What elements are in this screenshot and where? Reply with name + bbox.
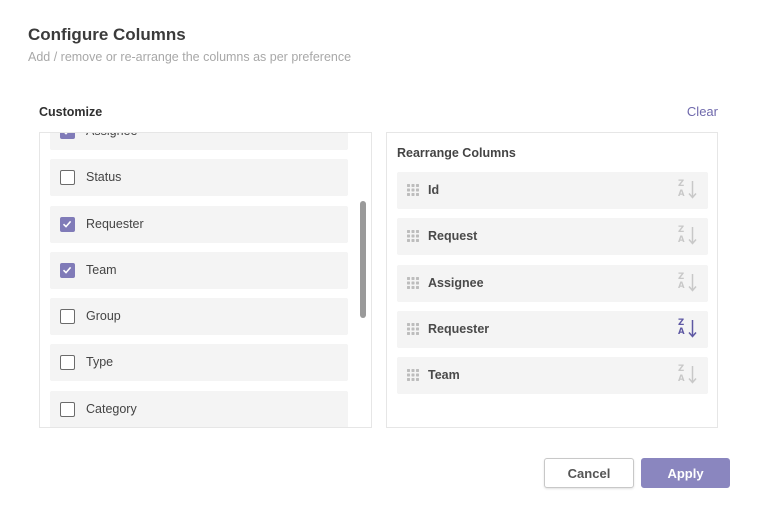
column-option-type[interactable]: Type xyxy=(50,344,348,382)
cancel-button[interactable]: Cancel xyxy=(544,458,634,488)
sort-glyph-bottom: A xyxy=(678,281,685,291)
checkbox[interactable] xyxy=(60,309,75,324)
rearrange-heading: Rearrange Columns xyxy=(397,146,516,160)
column-option-group[interactable]: Group xyxy=(50,298,348,335)
drag-handle-icon[interactable] xyxy=(407,369,420,387)
sort-z-to-a-icon[interactable]: ZA xyxy=(678,179,700,202)
rearrange-item-assignee[interactable]: Assignee Z A xyxy=(397,264,708,302)
rearrange-item-label: Team xyxy=(428,368,460,382)
sort-glyph-bottom: A xyxy=(678,373,685,384)
column-option-label: Team xyxy=(86,262,117,277)
sort-glyph-top: Z xyxy=(678,317,685,328)
drag-handle-icon[interactable] xyxy=(407,322,420,341)
checkbox[interactable] xyxy=(60,401,75,417)
check-icon xyxy=(62,266,72,274)
drag-handle-icon[interactable] xyxy=(407,230,420,248)
rearrange-item-id[interactable]: Id Z A xyxy=(397,172,708,209)
dialog-title: Configure Columns xyxy=(28,25,186,44)
sort-z-to-a-icon[interactable]: ZA xyxy=(678,318,700,341)
column-option-label: Group xyxy=(86,309,121,323)
sort-glyph-top: Z xyxy=(678,179,685,189)
drag-handle-icon[interactable] xyxy=(407,276,420,295)
sort-glyph-bottom: A xyxy=(678,188,685,199)
column-options-list: Assignee Status Requester Team Group Type Cate… xyxy=(50,133,348,427)
options-scrollbar[interactable] xyxy=(360,201,366,318)
checkbox[interactable] xyxy=(60,133,75,139)
apply-button[interactable]: Apply xyxy=(641,458,730,488)
checkbox[interactable] xyxy=(60,216,75,232)
column-option-category[interactable]: Category xyxy=(50,390,348,427)
sort-z-to-a-icon[interactable]: ZA xyxy=(678,225,700,248)
sort-glyph-top: Z xyxy=(678,271,685,282)
rearrange-item-team[interactable]: Team Z A xyxy=(397,357,708,394)
sort-glyph-bottom: A xyxy=(678,327,685,338)
checkbox[interactable] xyxy=(60,262,75,278)
column-option-label: Type xyxy=(86,355,114,370)
column-option-label: Requester xyxy=(86,216,144,231)
check-icon xyxy=(62,220,72,228)
rearrange-item-requester[interactable]: Requester Z A xyxy=(397,310,708,348)
sort-glyph-top: Z xyxy=(678,225,685,236)
rearrange-item-label: Request xyxy=(428,229,478,244)
drag-handle-icon[interactable] xyxy=(407,184,420,202)
rearrange-item-label: Requester xyxy=(428,321,490,336)
column-option-requester[interactable]: Requester xyxy=(50,205,348,243)
sort-z-to-a-icon[interactable]: ZA xyxy=(678,364,700,387)
sort-z-to-a-icon[interactable]: ZA xyxy=(678,272,700,295)
sort-glyph-bottom: A xyxy=(678,234,685,245)
column-option-assignee[interactable]: Assignee xyxy=(50,133,348,150)
rearrange-panel: Rearrange Columns Id Z A Request Z A Assignee Z… xyxy=(386,132,718,428)
checkbox[interactable] xyxy=(60,355,75,371)
dialog-subtitle: Add / remove or re-arrange the columns a… xyxy=(28,50,352,64)
column-option-label: Assignee xyxy=(86,133,137,138)
column-option-label: Category xyxy=(86,401,137,416)
clear-link[interactable]: Clear xyxy=(687,104,718,119)
customize-heading: Customize xyxy=(39,105,103,119)
customize-options-panel: Assignee Status Requester Team Group Type Cate… xyxy=(39,132,372,428)
column-option-label: Status xyxy=(86,170,122,185)
rearrange-item-label: Assignee xyxy=(428,275,484,290)
sort-glyph-top: Z xyxy=(678,364,685,374)
column-option-status[interactable]: Status xyxy=(50,159,348,197)
checkbox[interactable] xyxy=(60,170,75,186)
rearrange-item-request[interactable]: Request Z A xyxy=(397,218,708,256)
check-icon xyxy=(64,133,68,135)
rearrange-item-label: Id xyxy=(428,183,440,197)
rearrange-columns-list: Id Z A Request Z A Assignee Z A Requester Z A Team Z A xyxy=(397,172,708,403)
column-option-team[interactable]: Team xyxy=(50,251,348,289)
